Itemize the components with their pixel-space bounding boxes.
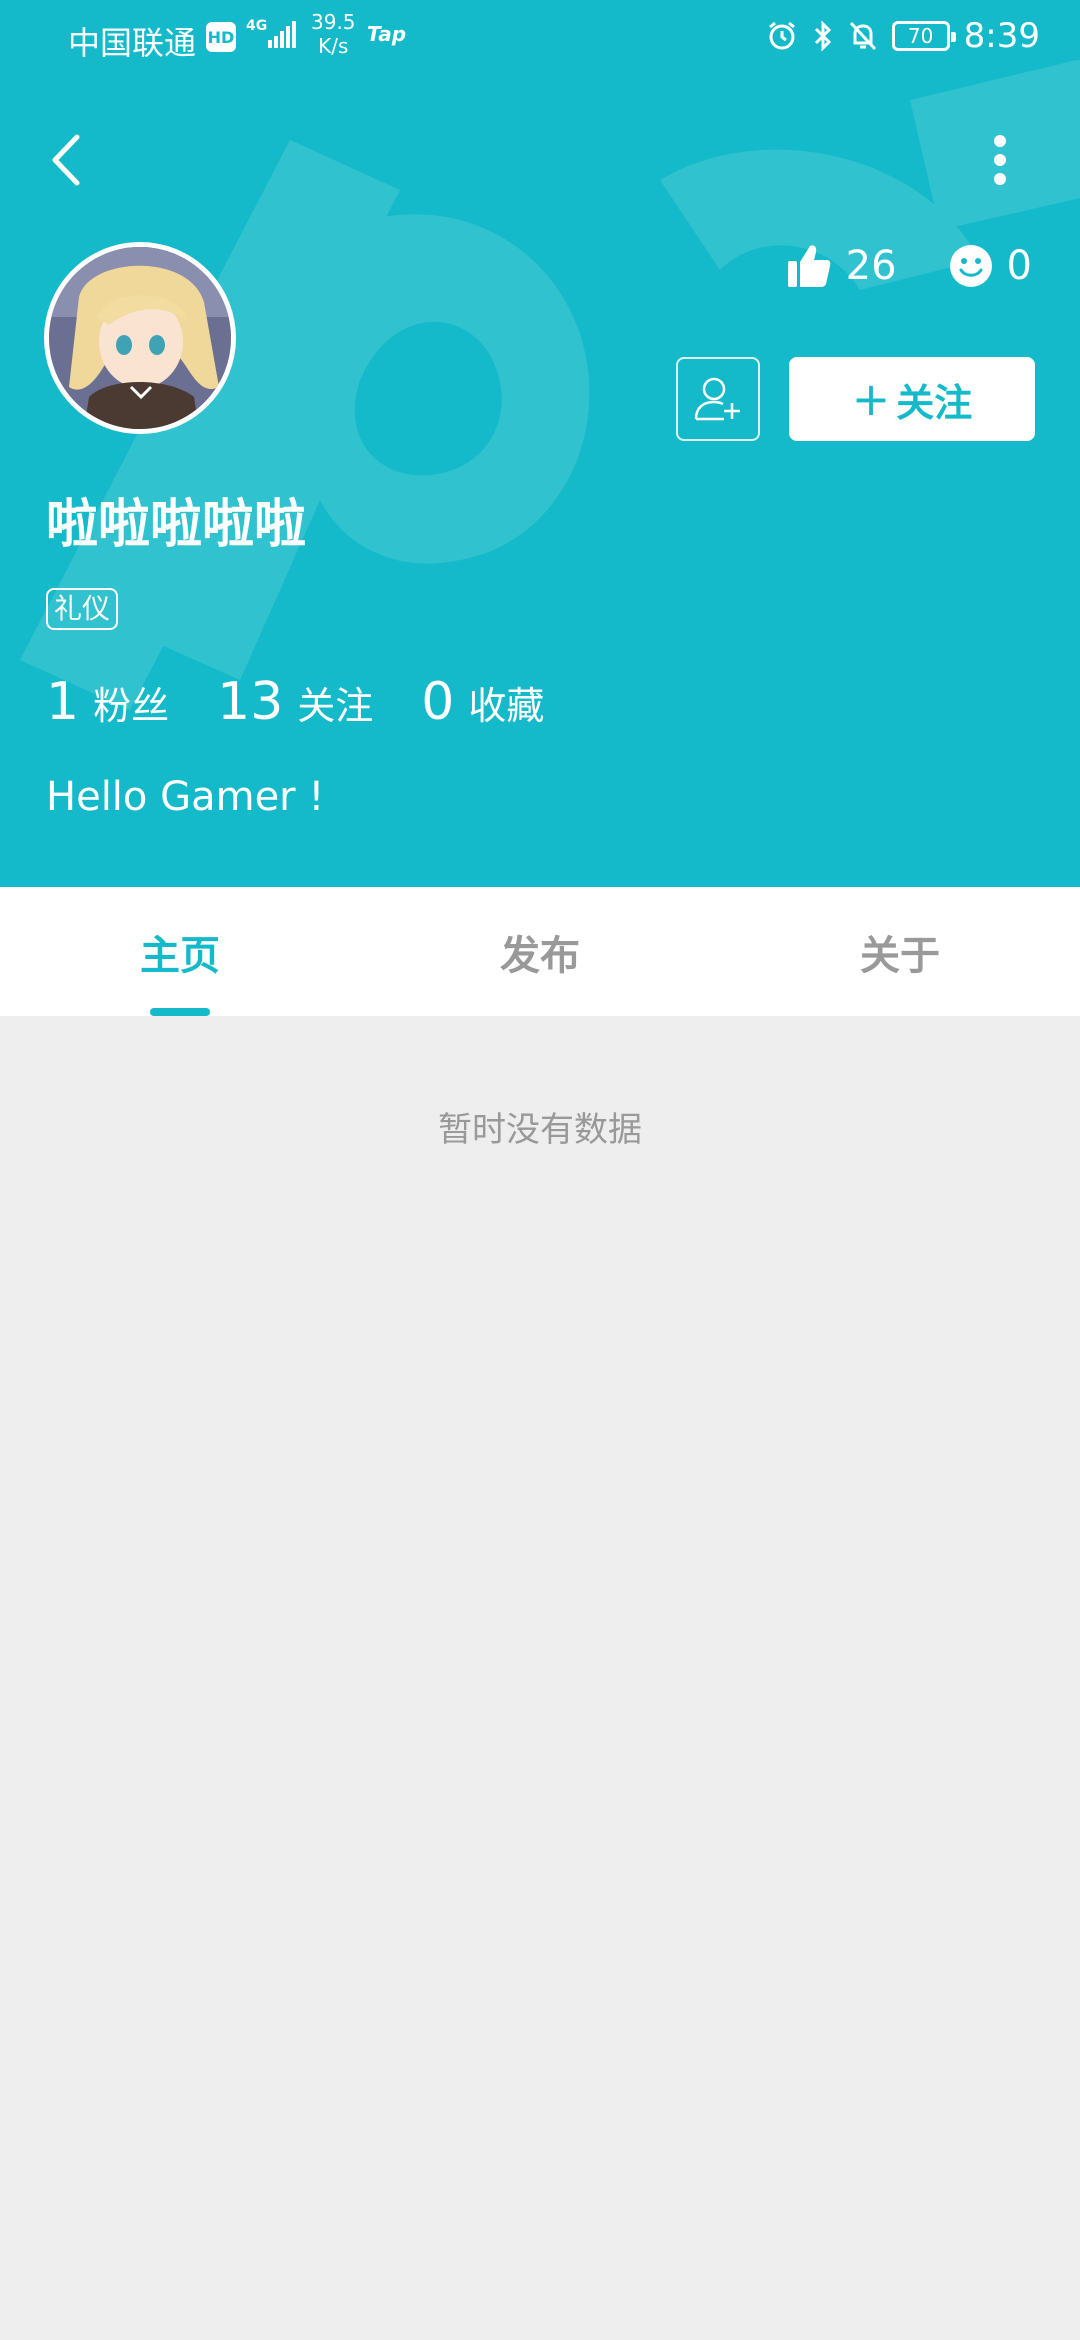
more-vertical-icon xyxy=(994,135,1006,185)
count-label: 收藏 xyxy=(468,684,545,728)
plus-icon: + xyxy=(851,372,891,426)
back-button[interactable] xyxy=(40,125,90,195)
thumbs-up-icon xyxy=(787,245,831,287)
status-bar: 中国联通 HD 4G 39.5 K/s Tap 70 8:39 xyxy=(0,0,1080,75)
username: 啦啦啦啦啦 xyxy=(46,495,307,555)
follow-button[interactable]: + 关注 xyxy=(789,357,1035,441)
tab-label: 关于 xyxy=(860,932,940,979)
count-value: 13 xyxy=(217,672,284,732)
tap-notification-icon: Tap xyxy=(367,22,407,46)
tab-content[interactable]: 暂时没有数据 xyxy=(0,1016,1080,2340)
avatar[interactable] xyxy=(44,242,236,434)
tab-label: 主页 xyxy=(140,932,220,979)
user-bio: Hello Gamer ! xyxy=(46,774,325,820)
signal-icon xyxy=(268,21,296,48)
user-tag[interactable]: 礼仪 xyxy=(46,588,119,630)
alarm-icon xyxy=(768,21,795,50)
smiley-icon xyxy=(949,245,992,287)
empty-state-message: 暂时没有数据 xyxy=(438,1110,642,1150)
carrier-name: 中国联通 xyxy=(68,24,197,62)
clock: 8:39 xyxy=(963,16,1040,56)
mute-bell-icon xyxy=(849,21,876,51)
avatar-image xyxy=(49,247,231,429)
count-value: 1 xyxy=(46,672,80,732)
network-speed: 39.5 K/s xyxy=(311,10,356,58)
back-arrow-icon xyxy=(52,134,80,186)
status-right: 70 8:39 xyxy=(766,16,1040,56)
speed-unit: K/s xyxy=(318,34,349,58)
likes-count: 26 xyxy=(845,243,897,289)
profile-header: 中国联通 HD 4G 39.5 K/s Tap 70 8:39 26 0 + 关… xyxy=(0,0,1080,887)
reactions-count: 0 xyxy=(1006,243,1032,289)
tab-label: 发布 xyxy=(500,932,580,979)
follow-label: 关注 xyxy=(896,380,973,425)
profile-tabs: 主页 发布 关于 xyxy=(0,887,1080,1016)
tab-posts[interactable]: 发布 xyxy=(360,887,720,1016)
add-user-icon xyxy=(694,377,740,421)
bluetooth-icon xyxy=(814,20,831,52)
more-options-button[interactable] xyxy=(980,125,1020,195)
battery-indicator: 70 xyxy=(891,21,956,51)
count-label: 关注 xyxy=(297,684,374,728)
follow-counts: 1 粉丝 13 关注 0 收藏 xyxy=(46,672,592,732)
speed-value: 39.5 xyxy=(311,10,356,34)
tab-about[interactable]: 关于 xyxy=(720,887,1080,1016)
hd-badge: HD xyxy=(206,22,236,52)
reactions-stat[interactable]: 0 xyxy=(949,243,1032,289)
tab-home[interactable]: 主页 xyxy=(0,887,360,1016)
followers-count[interactable]: 1 粉丝 xyxy=(46,672,169,732)
add-friend-button[interactable] xyxy=(676,357,760,441)
favorites-count[interactable]: 0 收藏 xyxy=(421,672,544,732)
tab-active-indicator xyxy=(150,1008,210,1016)
following-count[interactable]: 13 关注 xyxy=(217,672,373,732)
count-label: 粉丝 xyxy=(93,684,170,728)
count-value: 0 xyxy=(421,672,455,732)
profile-reactions: 26 0 xyxy=(786,243,1032,289)
likes-stat[interactable]: 26 xyxy=(786,243,897,289)
tap-watermark-icon xyxy=(20,60,1080,710)
